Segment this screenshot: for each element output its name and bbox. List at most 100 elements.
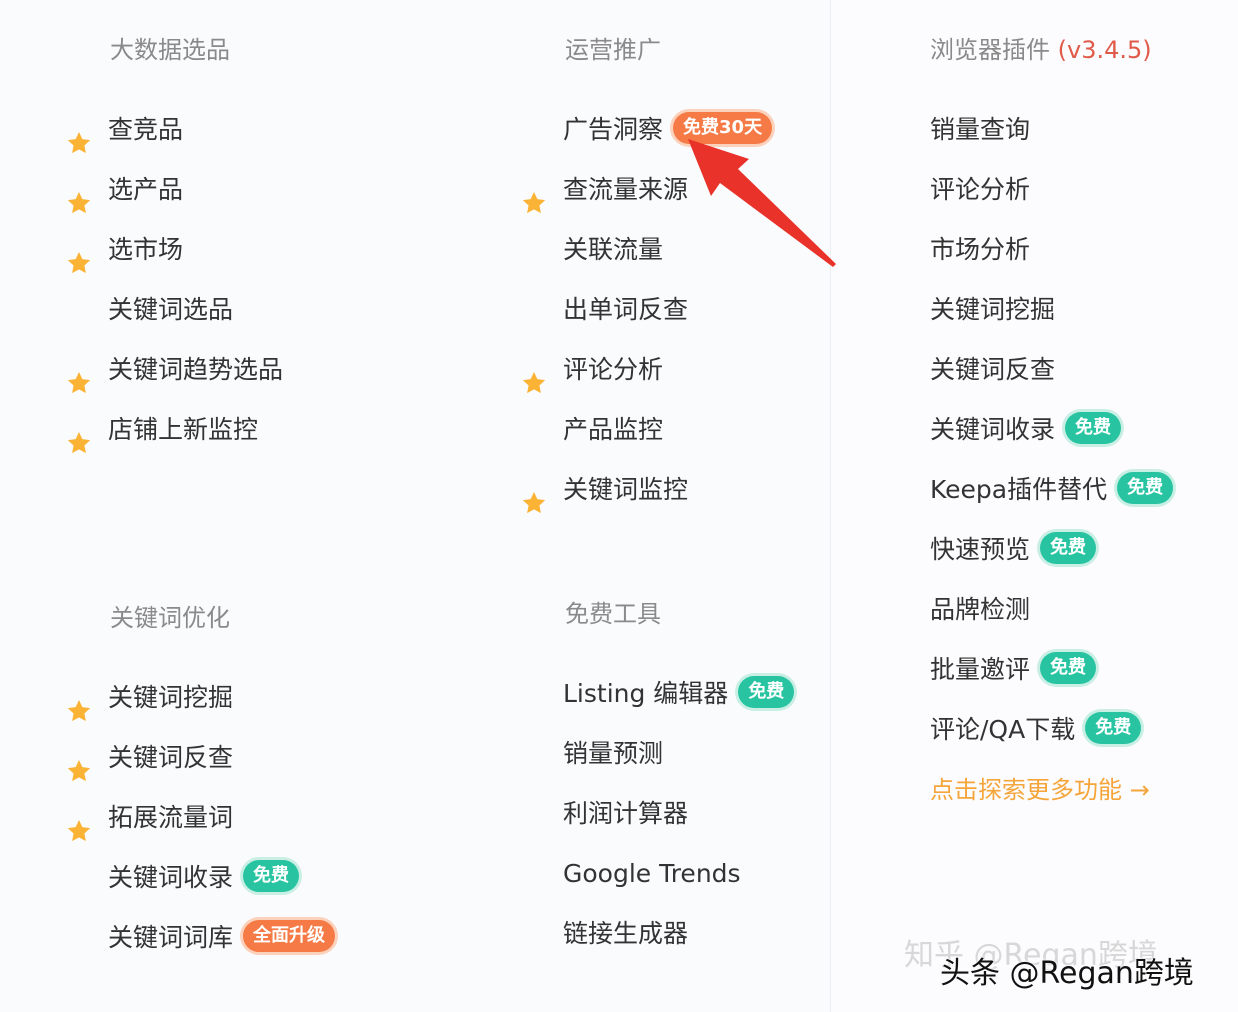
operations-list: 广告洞察 免费30天 查流量来源 关联流量 出单词反查 评论分析 产品监控 关键词监控 <box>455 100 830 520</box>
menu-item[interactable]: 关键词趋势选品 <box>0 340 460 400</box>
menu-item[interactable]: 关联流量 <box>455 220 830 280</box>
menu-item-label: Google Trends <box>563 859 741 888</box>
star-icon <box>66 178 92 214</box>
menu-item[interactable]: 利润计算器 <box>455 784 830 844</box>
menu-item-label: 产品监控 <box>563 415 664 444</box>
badge: 全面升级 <box>243 920 336 952</box>
section-big-data: 大数据选品 查竞品选产品选市场关键词选品关键词趋势选品 店铺上新监控 <box>0 30 460 460</box>
star-icon <box>521 178 547 214</box>
menu-item[interactable]: 出单词反查 <box>455 280 830 340</box>
menu-item-label: 利润计算器 <box>563 799 689 828</box>
menu-item-label: 快速预览 <box>930 535 1031 564</box>
star-icon <box>66 746 92 782</box>
keyword-opt-list: 关键词挖掘 关键词反查 拓展流量词 关键词收录 免费 关键词词库 全面升级 <box>0 668 460 968</box>
menu-item[interactable]: 关键词反查 <box>0 728 460 788</box>
star-icon <box>66 806 92 842</box>
badge: 免费 <box>1040 532 1097 564</box>
menu-item-label: 关键词挖掘 <box>930 295 1056 324</box>
menu-item[interactable]: 关键词反查 <box>822 340 1232 400</box>
menu-item-label: 评论分析 <box>930 175 1031 204</box>
menu-item[interactable]: 查竞品 <box>0 100 460 160</box>
badge: 免费 <box>1040 652 1097 684</box>
star-icon <box>521 358 547 394</box>
star-icon <box>66 118 92 154</box>
menu-item[interactable]: 销量查询 <box>822 100 1232 160</box>
menu-item-label: 关键词挖掘 <box>108 683 234 712</box>
menu-item[interactable]: 关键词选品 <box>0 280 460 340</box>
menu-item[interactable]: 查流量来源 <box>455 160 830 220</box>
section-title: 免费工具 <box>565 600 661 628</box>
menu-item-label: 市场分析 <box>930 235 1031 264</box>
menu-item-label: 评论/QA下载 <box>930 715 1076 744</box>
big-data-list: 查竞品选产品选市场关键词选品关键词趋势选品 店铺上新监控 <box>0 100 460 460</box>
badge: 免费 <box>1065 412 1122 444</box>
badge: 免费30天 <box>673 112 773 144</box>
section-title: 大数据选品 <box>110 36 230 64</box>
menu-item[interactable]: 链接生成器 <box>455 904 830 964</box>
menu-item-label: Keepa插件替代 <box>930 475 1108 504</box>
menu-item[interactable]: Keepa插件替代 免费 <box>822 460 1232 520</box>
menu-item[interactable]: 批量邀评 免费 <box>822 640 1232 700</box>
menu-item-label: 广告洞察 <box>563 115 664 144</box>
menu-item-label: 关键词选品 <box>108 295 234 324</box>
menu-item-label: 关联流量 <box>563 235 664 264</box>
menu-item-label: 选市场 <box>108 235 184 264</box>
toutiao-watermark: 头条 @Regan跨境 <box>940 956 1194 991</box>
plugin-title: 浏览器插件 <box>930 36 1050 64</box>
menu-item-label: 关键词收录 <box>930 415 1056 444</box>
badge: 免费 <box>1085 712 1142 744</box>
star-icon <box>521 478 547 514</box>
menu-item[interactable]: Listing 编辑器 免费 <box>455 664 830 724</box>
menu-item[interactable]: 评论/QA下载 免费 <box>822 700 1232 760</box>
badge: 免费 <box>243 860 300 892</box>
menu-item[interactable]: 关键词挖掘 <box>822 280 1232 340</box>
menu-item[interactable]: Google Trends <box>455 844 830 904</box>
section-title: 运营推广 <box>565 36 661 64</box>
section-keyword-optimization: 关键词优化 关键词挖掘 关键词反查 拓展流量词 关键词收录 免费 关键词词库 全面升级 <box>0 598 460 968</box>
star-icon <box>66 686 92 722</box>
menu-item-label: 查竞品 <box>108 115 184 144</box>
menu-item[interactable]: 快速预览 免费 <box>822 520 1232 580</box>
section-title: 浏览器插件 (v3.4.5) <box>822 30 1232 70</box>
menu-item-label: 批量邀评 <box>930 655 1031 684</box>
menu-item[interactable]: 关键词收录 免费 <box>0 848 460 908</box>
menu-item[interactable]: 关键词监控 <box>455 460 830 520</box>
plugin-list: 销量查询 评论分析 市场分析 关键词挖掘 关键词反查 关键词收录 免费 Keepa插件替代 免费… <box>822 100 1232 760</box>
section-operations: 运营推广 广告洞察 免费30天 查流量来源 关联流量 出单词反查 评论分析 产品监控 关键词监… <box>455 30 830 520</box>
menu-item-label: 关键词反查 <box>930 355 1056 384</box>
menu-item-label: 拓展流量词 <box>108 803 234 832</box>
star-icon <box>66 358 92 394</box>
menu-item-label: 关键词词库 <box>108 923 234 952</box>
menu-item[interactable]: 选市场 <box>0 220 460 280</box>
menu-item[interactable]: 产品监控 <box>455 400 830 460</box>
section-browser-plugin: 浏览器插件 (v3.4.5) 销量查询评论分析市场分析关键词挖掘关键词反查关键词… <box>822 30 1232 820</box>
menu-item[interactable]: 评论分析 <box>455 340 830 400</box>
menu-item[interactable]: 关键词挖掘 <box>0 668 460 728</box>
menu-item-label: 关键词趋势选品 <box>108 355 284 384</box>
menu-item[interactable]: 关键词收录 免费 <box>822 400 1232 460</box>
menu-item[interactable]: 店铺上新监控 <box>0 400 460 460</box>
menu-item[interactable]: 市场分析 <box>822 220 1232 280</box>
explore-more-link[interactable]: 点击探索更多功能 → <box>930 776 1150 804</box>
menu-item-label: Listing 编辑器 <box>563 679 729 708</box>
menu-item[interactable]: 广告洞察 免费30天 <box>455 100 830 160</box>
menu-item-label: 链接生成器 <box>563 919 689 948</box>
free-tools-list: Listing 编辑器 免费销量预测利润计算器 Google Trends 链接生成器 <box>455 664 830 964</box>
menu-item-label: 关键词监控 <box>563 475 689 504</box>
menu-item-label: 评论分析 <box>563 355 664 384</box>
menu-item[interactable]: 选产品 <box>0 160 460 220</box>
menu-item[interactable]: 拓展流量词 <box>0 788 460 848</box>
plugin-version: (v3.4.5) <box>1057 36 1152 64</box>
badge: 免费 <box>1117 472 1174 504</box>
menu-item-label: 销量预测 <box>563 739 664 768</box>
star-icon <box>66 238 92 274</box>
menu-item[interactable]: 销量预测 <box>455 724 830 784</box>
menu-item[interactable]: 关键词词库 全面升级 <box>0 908 460 968</box>
menu-item-label: 店铺上新监控 <box>108 415 259 444</box>
menu-item[interactable]: 品牌检测 <box>822 580 1232 640</box>
menu-item-label: 关键词反查 <box>108 743 234 772</box>
section-free-tools: 免费工具 Listing 编辑器 免费销量预测利润计算器 Google Trends… <box>455 594 830 964</box>
menu-item[interactable]: 评论分析 <box>822 160 1232 220</box>
star-icon <box>66 418 92 454</box>
badge: 免费 <box>738 676 795 708</box>
